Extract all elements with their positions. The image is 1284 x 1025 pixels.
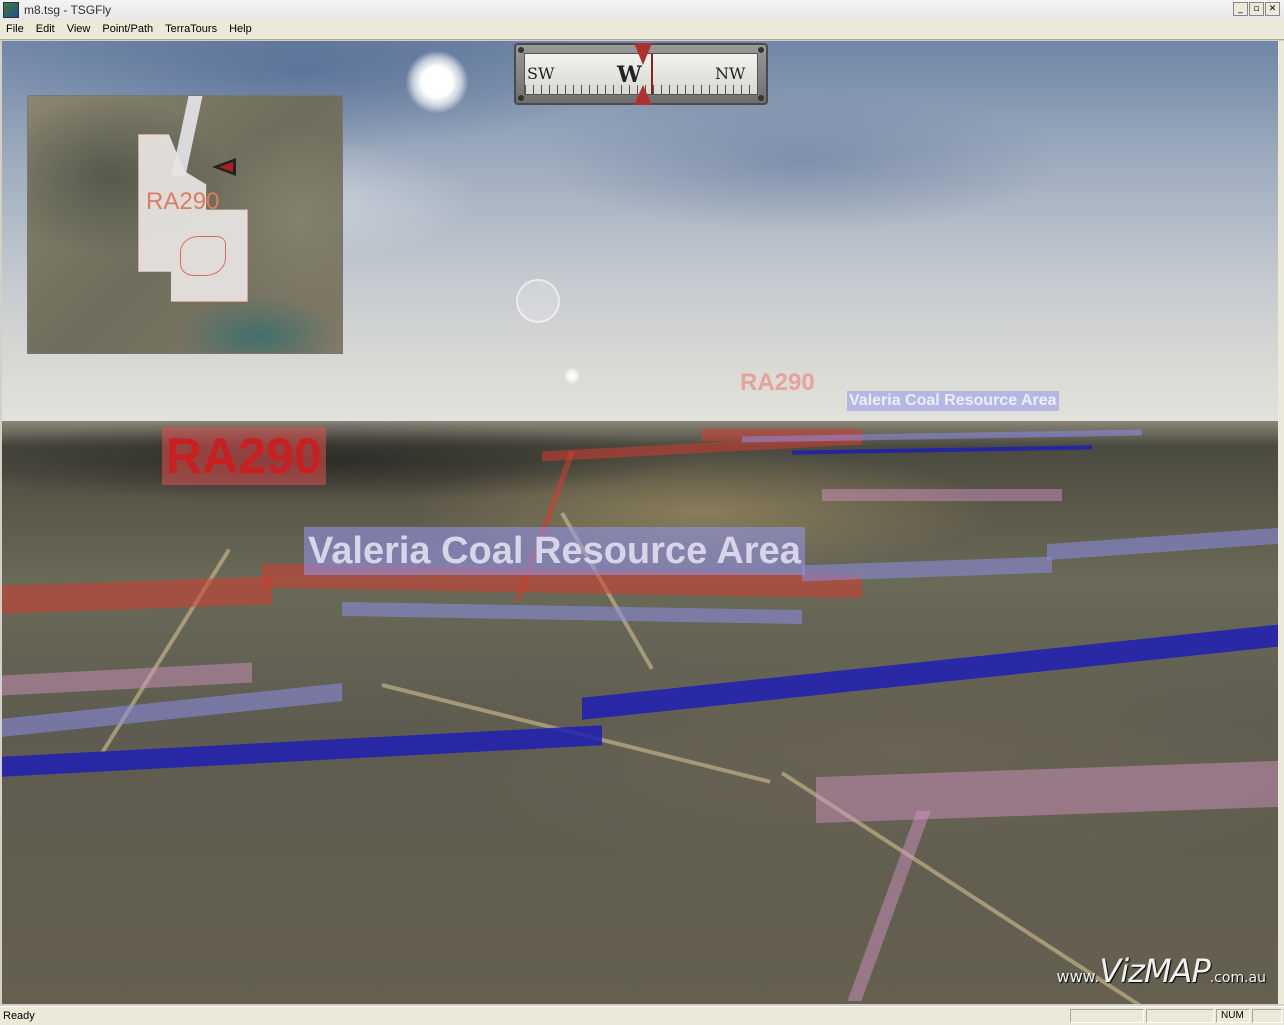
- compass-rivet: [758, 47, 764, 53]
- compass-label-sw: SW: [527, 64, 555, 83]
- watermark-prefix: www.: [1056, 967, 1100, 986]
- valeria-coal-label[interactable]: Valeria Coal Resource Area: [304, 527, 805, 575]
- compass-rivet: [518, 95, 524, 101]
- pink-boundary-band: [822, 489, 1062, 501]
- compass-label-nw: NW: [715, 64, 746, 83]
- status-bar: Ready NUM: [0, 1006, 1284, 1025]
- inset-valeria-outline: [180, 236, 226, 276]
- window-title: m8.tsg - TSGFly: [24, 3, 112, 17]
- menu-help[interactable]: Help: [223, 20, 258, 39]
- sun: [406, 51, 468, 113]
- valeria-label-far[interactable]: Valeria Coal Resource Area: [847, 391, 1059, 411]
- window-controls: _ ▫ ✕: [1233, 2, 1280, 16]
- menu-point-path[interactable]: Point/Path: [96, 20, 159, 39]
- status-text: Ready: [3, 1010, 35, 1022]
- status-pane: [1252, 1009, 1282, 1023]
- menu-bar: File Edit View Point/Path TerraTours Hel…: [0, 20, 1284, 40]
- compass[interactable]: SW W NW: [514, 43, 768, 105]
- compass-needle-icon: [634, 85, 652, 105]
- app-icon: [3, 2, 19, 18]
- minimize-button[interactable]: _: [1233, 2, 1248, 16]
- camera-direction-icon: [219, 162, 233, 172]
- compass-rivet: [758, 95, 764, 101]
- ra290-label[interactable]: RA290: [162, 427, 326, 485]
- menu-view[interactable]: View: [61, 20, 97, 39]
- lens-flare-dot: [564, 368, 580, 384]
- maximize-button[interactable]: ▫: [1249, 2, 1264, 16]
- watermark-main: VizMAP: [1099, 952, 1210, 990]
- compass-needle-icon: [634, 43, 652, 65]
- status-pane: [1070, 1009, 1144, 1023]
- overview-map[interactable]: RA290: [27, 95, 343, 354]
- title-bar[interactable]: m8.tsg - TSGFly _ ▫ ✕: [0, 0, 1284, 21]
- watermark-suffix: .com.au: [1209, 970, 1266, 986]
- ra290-label-far[interactable]: RA290: [740, 369, 815, 397]
- vizmap-watermark: www.VizMAP.com.au: [1056, 952, 1266, 990]
- menu-file[interactable]: File: [0, 20, 30, 39]
- status-num-indicator: NUM: [1216, 1009, 1250, 1023]
- menu-terratours[interactable]: TerraTours: [159, 20, 223, 39]
- status-pane: [1146, 1009, 1214, 1023]
- window-edge: [1278, 41, 1284, 1004]
- close-button[interactable]: ✕: [1265, 2, 1280, 16]
- 3d-viewport[interactable]: RA290 Valeria Coal Resource Area RA290 V…: [2, 41, 1278, 1004]
- inset-ra290-label: RA290: [146, 188, 220, 215]
- lens-flare-ring: [516, 279, 560, 323]
- menu-edit[interactable]: Edit: [30, 20, 61, 39]
